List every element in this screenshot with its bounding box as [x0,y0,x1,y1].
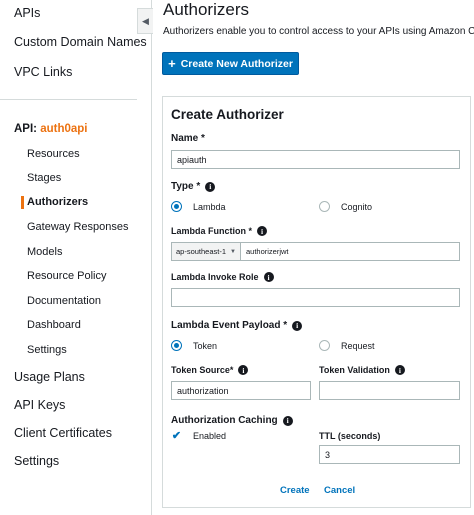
type-cognito-label: Cognito [341,202,373,212]
chevron-down-icon: ▼ [230,248,236,255]
lambda-function-input[interactable]: authorizerjwt [241,242,460,261]
sidebar-item-usage-plans[interactable]: Usage Plans [14,370,85,384]
invoke-role-input[interactable] [171,288,460,307]
sidebar-item-apis[interactable]: APIs [14,6,40,20]
create-new-authorizer-label: Create New Authorizer [180,57,293,70]
invoke-role-info-icon[interactable]: i [263,272,274,282]
active-indicator [21,196,24,209]
sidebar-divider [0,99,137,100]
page-description: Authorizers enable you to control access… [163,26,474,37]
caching-label-text: Authorization Caching [171,415,278,426]
sidebar-item-models[interactable]: Models [27,246,62,258]
payload-info-icon[interactable]: i [292,320,303,331]
type-lambda-radio[interactable] [171,201,182,212]
sidebar-item-resource-policy[interactable]: Resource Policy [27,270,106,282]
api-heading: API: auth0api [14,123,88,135]
plus-icon: + [168,56,176,71]
caching-label: Authorization Caching i [171,415,293,426]
collapse-sidebar-icon[interactable]: ◀ [137,8,153,34]
type-cognito-radio[interactable] [319,201,330,212]
region-value: ap-southeast-1 [176,247,227,256]
sidebar-item-vpc-links[interactable]: VPC Links [14,65,72,79]
sidebar-item-api-keys[interactable]: API Keys [14,398,65,412]
sidebar-item-gateway-responses[interactable]: Gateway Responses [27,221,129,233]
cancel-button[interactable]: Cancel [324,485,355,496]
sidebar-item-documentation[interactable]: Documentation [27,295,101,307]
token-validation-info-icon[interactable]: i [394,365,405,375]
token-source-info-icon[interactable]: i [238,365,249,375]
token-validation-input[interactable] [319,381,460,400]
name-input[interactable]: apiauth [171,150,460,169]
caching-enabled-checkbox[interactable]: ✔ [171,430,182,442]
invoke-role-label-text: Lambda Invoke Role [171,272,259,282]
sidebar-item-api-settings[interactable]: Settings [27,344,67,356]
token-validation-label-text: Token Validation [319,365,390,375]
api-prefix: API: [14,123,37,135]
token-validation-label: Token Validation i [319,365,405,375]
ttl-input[interactable]: 3 [319,445,460,464]
type-label: Type * i [171,181,216,192]
payload-token-radio[interactable] [171,340,182,351]
token-source-input[interactable]: authorization [171,381,311,400]
lambda-function-label: Lambda Function * i [171,226,267,236]
page-title: Authorizers [163,0,249,19]
invoke-role-label: Lambda Invoke Role i [171,272,274,282]
sidebar-item-stages[interactable]: Stages [27,172,61,184]
panel-title: Create Authorizer [171,107,284,122]
sidebar-item-client-certificates[interactable]: Client Certificates [14,426,112,440]
name-label-text: Name * [171,133,205,144]
sidebar-item-resources[interactable]: Resources [27,148,80,160]
payload-label-text: Lambda Event Payload * [171,320,288,331]
type-info-icon[interactable]: i [205,181,216,192]
token-source-label: Token Source* i [171,365,249,375]
sidebar-item-settings[interactable]: Settings [14,454,59,468]
caching-info-icon[interactable]: i [282,415,293,426]
payload-token-label: Token [193,341,218,351]
create-button[interactable]: Create [280,485,310,496]
create-new-authorizer-button[interactable]: + Create New Authorizer [162,52,299,75]
sidebar-item-authorizers[interactable]: Authorizers [27,196,88,208]
ttl-label: TTL (seconds) [319,431,380,441]
sidebar-item-dashboard[interactable]: Dashboard [27,319,81,331]
type-lambda-label: Lambda [193,202,226,212]
name-label: Name * [171,133,205,144]
type-label-text: Type * [171,181,201,192]
region-select[interactable]: ap-southeast-1 ▼ [171,242,241,261]
payload-request-label: Request [341,341,375,351]
lambda-function-info-icon[interactable]: i [257,226,267,236]
sidebar: APIs Custom Domain Names VPC Links API: … [0,0,152,515]
caching-enabled-label: Enabled [193,431,227,441]
sidebar-item-custom-domain-names[interactable]: Custom Domain Names [14,35,147,49]
api-name-link[interactable]: auth0api [40,123,87,135]
ttl-label-text: TTL (seconds) [319,431,381,441]
payload-request-radio[interactable] [319,340,330,351]
lambda-function-label-text: Lambda Function * [171,226,252,236]
token-source-label-text: Token Source* [171,365,234,375]
payload-label: Lambda Event Payload * i [171,320,303,331]
